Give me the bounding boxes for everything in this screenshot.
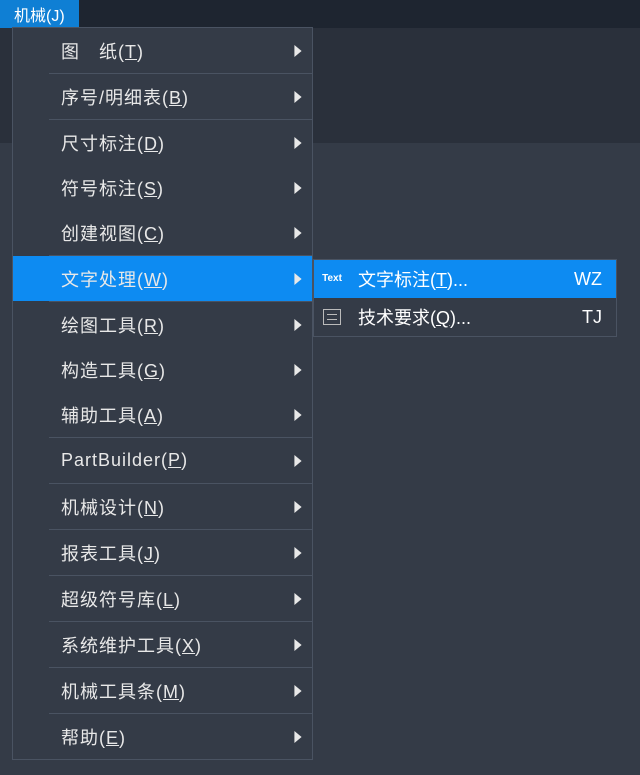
submenu-arrow-icon (284, 364, 312, 376)
menu-item-label: 图 纸(T) (49, 38, 284, 64)
menu-item-15[interactable]: 帮助(E) (13, 714, 312, 759)
submenu-item-0[interactable]: Text文字标注(T)...WZ (314, 260, 616, 298)
menu-item-2[interactable]: 尺寸标注(D) (13, 120, 312, 165)
menu-item-label: 创建视图(C) (49, 220, 284, 246)
menu-item-label: 构造工具(G) (49, 357, 284, 383)
menu-item-label: 绘图工具(R) (49, 312, 284, 338)
menu-item-icon-slot (13, 347, 49, 392)
menu-item-14[interactable]: 机械工具条(M) (13, 668, 312, 713)
submenu-arrow-icon (284, 182, 312, 194)
menu-item-icon-slot (13, 28, 49, 73)
menu-item-label: 序号/明细表(B) (49, 84, 284, 110)
menu-item-label: 尺寸标注(D) (49, 130, 284, 156)
submenu-arrow-icon (284, 547, 312, 559)
menu-tab-mechanical[interactable]: 机械(J) (0, 0, 79, 28)
menu-item-11[interactable]: 报表工具(J) (13, 530, 312, 575)
document-icon (314, 298, 350, 336)
submenu-arrow-icon (284, 593, 312, 605)
menu-item-icon-slot (13, 120, 49, 165)
menu-item-icon-slot (13, 256, 49, 301)
menu-item-icon-slot (13, 484, 49, 529)
menu-item-7[interactable]: 构造工具(G) (13, 347, 312, 392)
submenu-item-shortcut: TJ (582, 307, 616, 328)
main-dropdown-menu: 图 纸(T) 序号/明细表(B) 尺寸标注(D) 符号标注(S) 创建视图(C) 文字处理… (12, 27, 313, 760)
menu-item-label: 帮助(E) (49, 724, 284, 750)
menu-item-1[interactable]: 序号/明细表(B) (13, 74, 312, 119)
menu-item-4[interactable]: 创建视图(C) (13, 210, 312, 255)
menu-bar: 机械(J) (0, 0, 640, 28)
submenu-arrow-icon (284, 91, 312, 103)
menu-item-12[interactable]: 超级符号库(L) (13, 576, 312, 621)
menu-item-3[interactable]: 符号标注(S) (13, 165, 312, 210)
menu-item-9[interactable]: PartBuilder(P) (13, 438, 312, 483)
submenu-item-shortcut: WZ (574, 269, 616, 290)
menu-item-label: 机械工具条(M) (49, 678, 284, 704)
menu-item-13[interactable]: 系统维护工具(X) (13, 622, 312, 667)
menu-item-icon-slot (13, 74, 49, 119)
submenu-arrow-icon (284, 409, 312, 421)
menu-tab-label: 机械(J) (14, 2, 65, 26)
menu-item-icon-slot (13, 530, 49, 575)
menu-item-icon-slot (13, 438, 49, 483)
submenu-item-label: 技术要求(Q)... (350, 304, 582, 330)
submenu-arrow-icon (284, 731, 312, 743)
menu-item-label: 机械设计(N) (49, 494, 284, 520)
menu-item-label: 符号标注(S) (49, 175, 284, 201)
menu-item-icon-slot (13, 576, 49, 621)
menu-item-label: 系统维护工具(X) (49, 632, 284, 658)
menu-item-6[interactable]: 绘图工具(R) (13, 302, 312, 347)
submenu-item-1[interactable]: 技术要求(Q)...TJ (314, 298, 616, 336)
submenu-item-label: 文字标注(T)... (350, 266, 574, 292)
menu-item-0[interactable]: 图 纸(T) (13, 28, 312, 73)
submenu-arrow-icon (284, 137, 312, 149)
submenu-arrow-icon (284, 45, 312, 57)
submenu-text-processing: Text文字标注(T)...WZ技术要求(Q)...TJ (313, 259, 617, 337)
menu-item-icon-slot (13, 392, 49, 437)
menu-item-label: 辅助工具(A) (49, 402, 284, 428)
menu-item-icon-slot (13, 622, 49, 667)
menu-item-label: PartBuilder(P) (49, 450, 284, 471)
menu-item-icon-slot (13, 210, 49, 255)
menu-item-icon-slot (13, 668, 49, 713)
submenu-arrow-icon (284, 273, 312, 285)
submenu-arrow-icon (284, 455, 312, 467)
submenu-arrow-icon (284, 319, 312, 331)
menu-item-icon-slot (13, 302, 49, 347)
menu-item-icon-slot (13, 165, 49, 210)
submenu-arrow-icon (284, 501, 312, 513)
menu-item-label: 报表工具(J) (49, 540, 284, 566)
text-icon: Text (314, 260, 350, 298)
menu-item-10[interactable]: 机械设计(N) (13, 484, 312, 529)
submenu-arrow-icon (284, 227, 312, 239)
submenu-arrow-icon (284, 685, 312, 697)
menu-item-icon-slot (13, 714, 49, 759)
menu-item-5[interactable]: 文字处理(W) (13, 256, 312, 301)
menu-item-label: 超级符号库(L) (49, 586, 284, 612)
menu-item-8[interactable]: 辅助工具(A) (13, 392, 312, 437)
menu-item-label: 文字处理(W) (49, 266, 284, 292)
submenu-arrow-icon (284, 639, 312, 651)
